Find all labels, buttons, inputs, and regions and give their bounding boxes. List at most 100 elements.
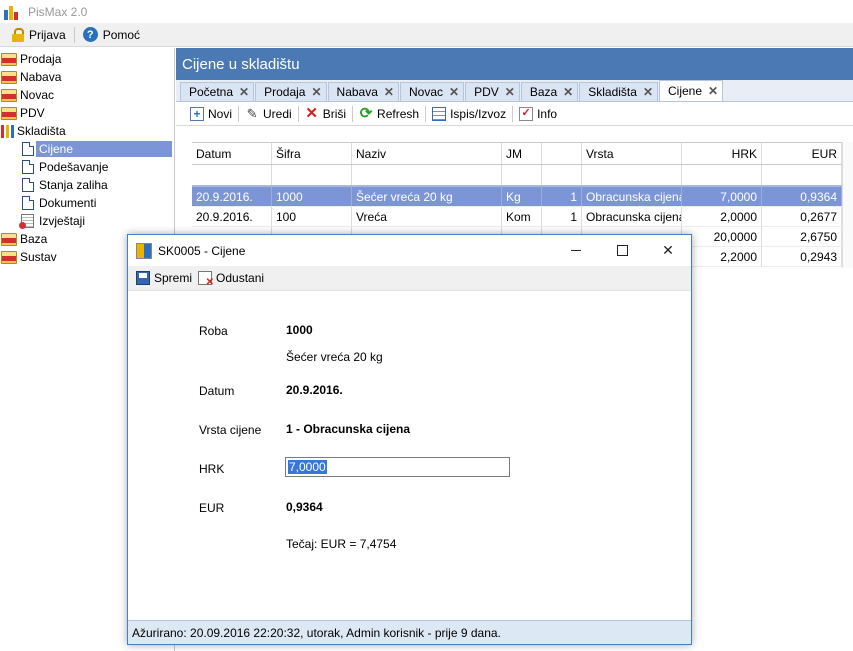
tree-item-label: Novac xyxy=(20,88,55,102)
tree-item-skladista[interactable]: Skladišta xyxy=(0,122,174,140)
tab-label: Prodaja xyxy=(264,85,306,99)
save-button[interactable]: Spremi xyxy=(136,271,192,285)
tree-item-stanja-zaliha[interactable]: Stanja zaliha xyxy=(0,176,174,194)
filter-cell[interactable] xyxy=(502,165,542,185)
dialog-toolbar: Spremi Odustani xyxy=(128,266,691,291)
chart-icon xyxy=(1,124,14,138)
tree-item-podesavanje[interactable]: Podešavanje xyxy=(0,158,174,176)
new-button[interactable]: + Novi xyxy=(184,104,238,124)
refresh-button[interactable]: ⟳ Refresh xyxy=(353,104,425,124)
price-dialog: SK0005 - Cijene ✕ Spremi Odustani Roba 1… xyxy=(127,234,692,645)
app-logo-icon xyxy=(4,4,20,20)
filter-cell[interactable] xyxy=(352,165,502,185)
login-menu-item[interactable]: Prijava xyxy=(6,24,72,46)
tab-baza[interactable]: Baza ✕ xyxy=(520,82,579,101)
close-icon[interactable]: ✕ xyxy=(563,85,573,99)
close-icon[interactable]: ✕ xyxy=(708,84,718,98)
info-button[interactable]: ✓ Info xyxy=(513,104,563,124)
edit-label: Uredi xyxy=(263,106,292,121)
help-menu-item[interactable]: ? Pomoć xyxy=(77,24,146,46)
filter-cell[interactable] xyxy=(272,165,352,185)
print-export-button[interactable]: Ispis/Izvoz xyxy=(426,104,512,124)
tab-label: Cijene xyxy=(668,84,703,98)
close-icon[interactable]: ✕ xyxy=(239,85,249,99)
cancel-button[interactable]: Odustani xyxy=(198,271,264,288)
close-icon: ✕ xyxy=(662,242,674,258)
tab-strip: Početna ✕ Prodaja ✕ Nabava ✕ Novac ✕ PDV ✕ Ba… xyxy=(176,80,853,102)
tab-novac[interactable]: Novac ✕ xyxy=(399,82,465,101)
cell-jm: Kg xyxy=(502,187,542,206)
app-titlebar: PisMax 2.0 xyxy=(0,0,853,23)
dialog-body: Roba 1000 Šećer vreća 20 kg Datum 20.9.2… xyxy=(128,291,691,611)
close-icon[interactable]: ✕ xyxy=(449,85,459,99)
login-label: Prijava xyxy=(29,27,66,42)
column-header-jm[interactable]: JM xyxy=(502,143,542,164)
column-header-vrsta[interactable]: Vrsta xyxy=(582,143,682,164)
close-icon[interactable]: ✕ xyxy=(311,85,321,99)
tree-item-label: Stanja zaliha xyxy=(39,178,108,192)
table-icon xyxy=(432,106,447,121)
filter-cell[interactable] xyxy=(682,165,762,185)
document-icon xyxy=(22,160,34,174)
hrk-input[interactable]: 7,0000 xyxy=(285,457,510,477)
cancel-icon xyxy=(198,271,214,288)
delete-icon: ✕ xyxy=(305,105,318,122)
save-label: Spremi xyxy=(154,271,193,285)
close-icon[interactable]: ✕ xyxy=(643,85,653,99)
floppy-disk-icon xyxy=(136,271,150,285)
dialog-title: SK0005 - Cijene xyxy=(158,243,246,258)
filter-cell[interactable] xyxy=(542,165,582,185)
close-icon[interactable]: ✕ xyxy=(505,85,515,99)
document-icon xyxy=(22,178,34,192)
dialog-titlebar[interactable]: SK0005 - Cijene ✕ xyxy=(128,235,691,266)
column-header-datum[interactable]: Datum xyxy=(192,143,272,164)
maximize-button[interactable] xyxy=(599,235,645,266)
vrsta-cijene-value: 1 - Obracunska cijena xyxy=(286,422,411,436)
filter-cell[interactable] xyxy=(762,165,842,185)
tab-prodaja[interactable]: Prodaja ✕ xyxy=(255,82,327,101)
folder-red-icon xyxy=(1,52,17,66)
cell-eur: 2,6750 xyxy=(762,227,842,246)
delete-button[interactable]: ✕ Briši xyxy=(299,104,352,124)
column-header-eur[interactable]: EUR xyxy=(762,143,842,164)
tree-item-cijene[interactable]: Cijene xyxy=(0,140,174,158)
cell-eur: 0,2677 xyxy=(762,207,842,226)
refresh-icon: ⟳ xyxy=(359,105,373,122)
close-button[interactable]: ✕ xyxy=(645,235,691,266)
edit-button[interactable]: ✎ Uredi xyxy=(239,104,298,124)
filter-cell[interactable] xyxy=(582,165,682,185)
tree-item-dokumenti[interactable]: Dokumenti xyxy=(0,194,174,212)
column-header-sifra[interactable]: Šifra xyxy=(272,143,352,164)
tab-pdv[interactable]: PDV ✕ xyxy=(465,82,520,101)
close-icon[interactable]: ✕ xyxy=(384,85,394,99)
cell-sifra: 1000 xyxy=(272,187,352,206)
column-header-naziv[interactable]: Naziv xyxy=(352,143,502,164)
cell-jm: Kom xyxy=(502,207,542,226)
table-row[interactable]: 20.9.2016. 100 Vreća Kom 1 Obracunska ci… xyxy=(192,207,842,227)
tab-nabava[interactable]: Nabava ✕ xyxy=(327,82,399,101)
column-header-kolicina[interactable] xyxy=(542,143,582,164)
column-header-hrk[interactable]: HRK xyxy=(682,143,762,164)
minimize-button[interactable] xyxy=(553,235,599,266)
tab-skladista[interactable]: Skladišta ✕ xyxy=(579,82,658,101)
exchange-rate-text: Tečaj: EUR = 7,4754 xyxy=(286,537,397,551)
folder-red-icon xyxy=(1,88,17,102)
tab-cijene[interactable]: Cijene ✕ xyxy=(659,80,724,101)
tree-item-nabava[interactable]: Nabava xyxy=(0,68,174,86)
cell-kolicina: 1 xyxy=(542,187,582,206)
cell-eur: 0,2943 xyxy=(762,247,842,266)
tree-item-label: Dokumenti xyxy=(39,196,97,210)
grid-filter-row[interactable] xyxy=(192,165,842,187)
plus-icon: + xyxy=(190,106,204,121)
cell-kolicina: 1 xyxy=(542,207,582,226)
cell-sifra: 100 xyxy=(272,207,352,226)
tree-item-izvjestaji[interactable]: Izvještaji xyxy=(0,212,174,230)
tab-pocetna[interactable]: Početna ✕ xyxy=(180,82,255,101)
tree-item-label: Skladišta xyxy=(17,124,66,138)
tree-item-novac[interactable]: Novac xyxy=(0,86,174,104)
tree-item-prodaja[interactable]: Prodaja xyxy=(0,50,174,68)
tree-item-label: Baza xyxy=(20,232,48,246)
tree-item-pdv[interactable]: PDV xyxy=(0,104,174,122)
table-row[interactable]: 20.9.2016. 1000 Šećer vreća 20 kg Kg 1 O… xyxy=(192,187,842,207)
filter-cell[interactable] xyxy=(192,165,272,185)
